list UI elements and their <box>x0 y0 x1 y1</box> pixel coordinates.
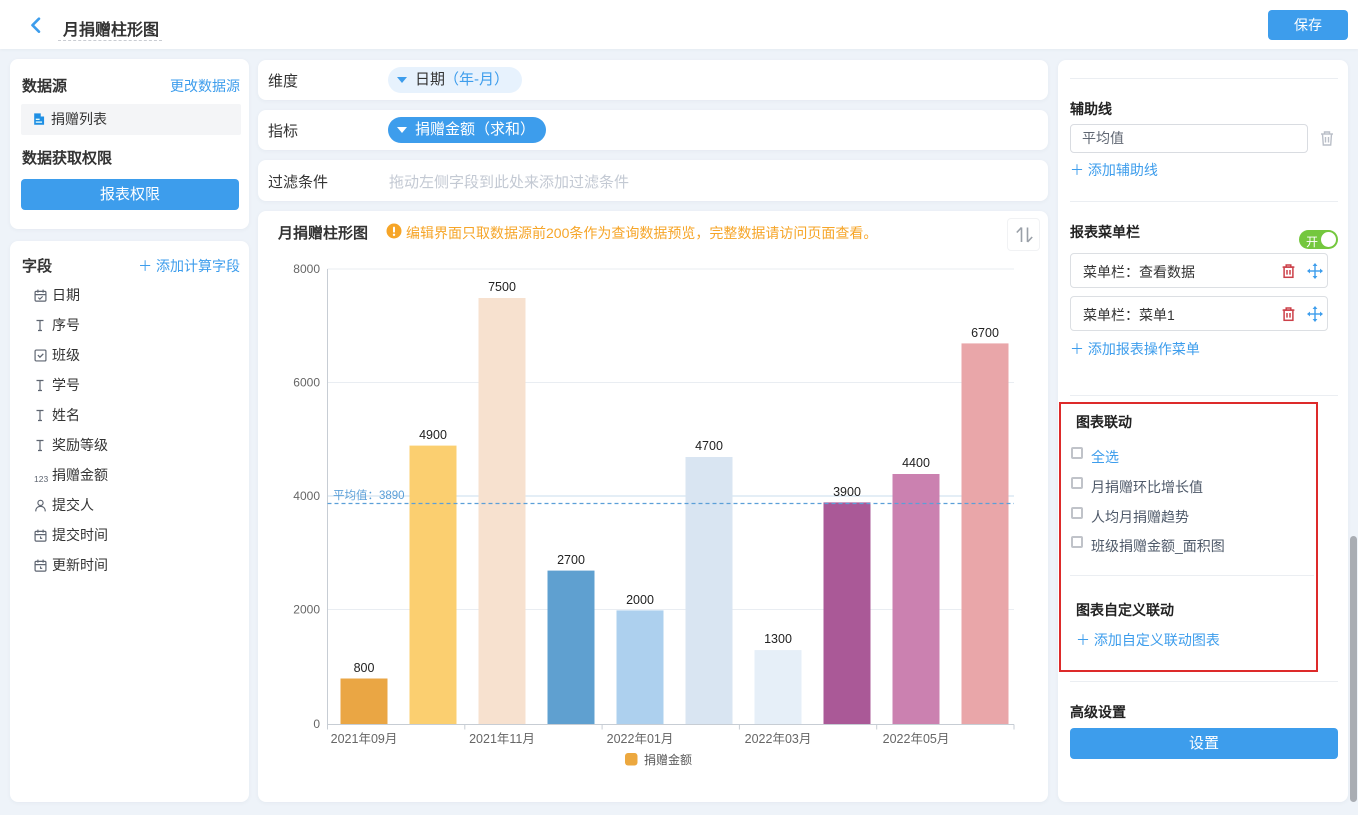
svg-text:6000: 6000 <box>293 376 320 390</box>
svg-text:4700: 4700 <box>695 439 723 453</box>
svg-text:2022年01月: 2022年01月 <box>607 732 674 746</box>
svg-text:2022年03月: 2022年03月 <box>745 732 812 746</box>
svg-text:平均值：3890: 平均值：3890 <box>333 489 405 502</box>
svg-text:捐赠金额: 捐赠金额 <box>644 752 692 767</box>
svg-text:2000: 2000 <box>626 593 654 607</box>
svg-text:4000: 4000 <box>293 489 320 503</box>
svg-text:6700: 6700 <box>971 326 999 340</box>
svg-text:2021年09月: 2021年09月 <box>331 732 398 746</box>
svg-text:7500: 7500 <box>488 280 516 294</box>
svg-text:0: 0 <box>313 717 320 731</box>
svg-text:2700: 2700 <box>557 553 585 567</box>
svg-text:8000: 8000 <box>293 262 320 276</box>
svg-text:2022年05月: 2022年05月 <box>883 732 950 746</box>
svg-text:800: 800 <box>354 661 375 675</box>
svg-text:4900: 4900 <box>419 428 447 442</box>
svg-text:2000: 2000 <box>293 603 320 617</box>
svg-text:3900: 3900 <box>833 485 861 499</box>
svg-text:4400: 4400 <box>902 456 930 470</box>
svg-text:2021年11月: 2021年11月 <box>469 732 535 746</box>
svg-text:1300: 1300 <box>764 632 792 646</box>
